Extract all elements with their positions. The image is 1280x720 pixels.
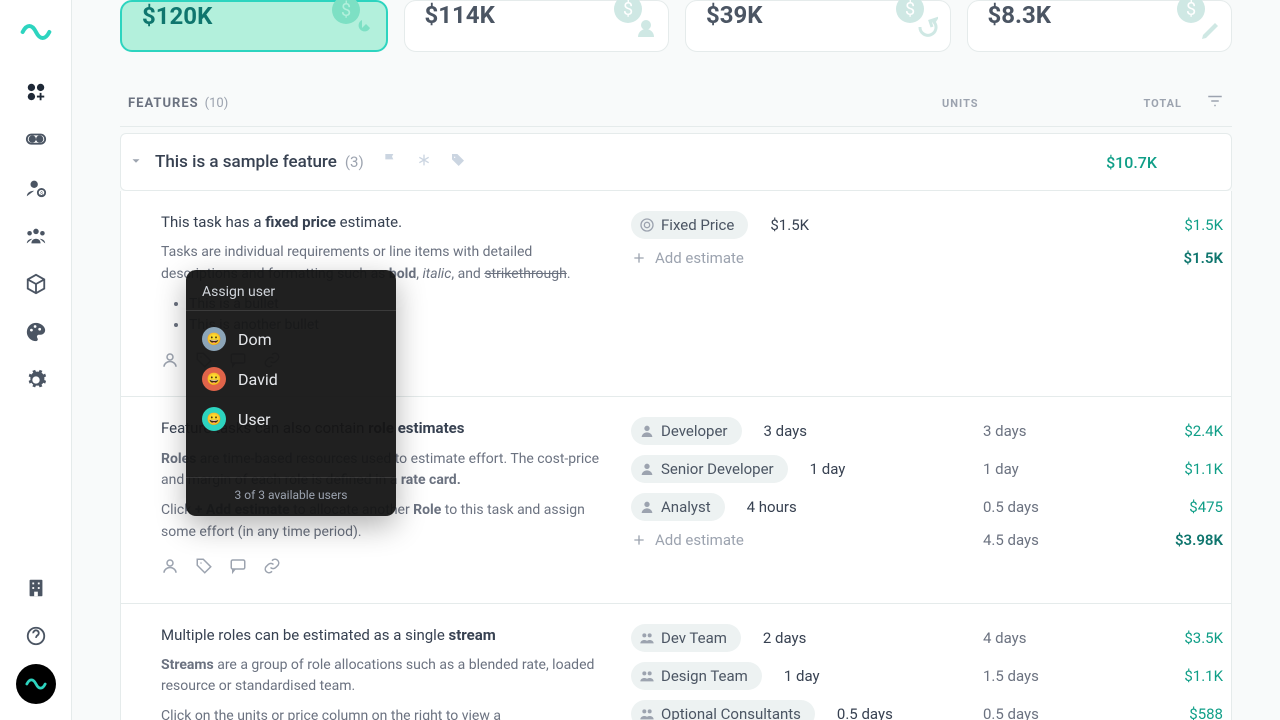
estimate-units[interactable]: 4 days [983, 629, 1103, 647]
svg-text:$: $ [623, 0, 633, 20]
task-description: Multiple roles can be estimated as a sin… [161, 624, 611, 720]
stream-chip[interactable]: Optional Consultants [631, 700, 815, 720]
flag-icon[interactable] [382, 152, 398, 172]
estimate-total: $2.4K [1103, 422, 1223, 440]
task-sum-units: 4.5 days [983, 531, 1103, 549]
svg-text:$: $ [39, 190, 42, 197]
estimate-amount[interactable]: 2 days [763, 629, 807, 647]
assign-user-popover: Assign user 😀Dom 😀David 😀User 3 of 3 ava… [186, 270, 396, 516]
nav-cube[interactable] [16, 264, 56, 304]
feature-count: (3) [345, 153, 364, 171]
feature-meta [382, 152, 466, 172]
estimate-total: $1.1K [1103, 667, 1223, 685]
popover-user-list: 😀Dom 😀David 😀User [186, 311, 396, 447]
nav-dashboard[interactable] [16, 72, 56, 112]
tag-icon[interactable] [450, 152, 466, 172]
kpi-card-2[interactable]: $114K $ [404, 0, 670, 52]
sidebar: $ [0, 0, 72, 720]
estimate-units[interactable]: 3 days [983, 422, 1103, 440]
task-estimates: Dev Team 2 days 4 days$3.5K Design Team 1 d… [611, 624, 1223, 720]
kpi-card-1[interactable]: $120K $ [120, 0, 388, 52]
estimate-amount[interactable]: $1.5K [770, 216, 809, 234]
dollar-user-icon: $ [608, 0, 656, 43]
nav-help[interactable] [16, 616, 56, 656]
user-avatar[interactable] [16, 664, 56, 704]
svg-text:$: $ [904, 0, 914, 20]
feature-row[interactable]: This is a sample feature (3) $10.7K [120, 133, 1232, 191]
features-title: FEATURES [128, 96, 199, 111]
estimate-total: $475 [1103, 498, 1223, 516]
nav-settings[interactable] [16, 360, 56, 400]
add-estimate-button[interactable]: Add estimate [631, 249, 744, 267]
add-estimate-button[interactable]: Add estimate [631, 531, 744, 549]
nav-users[interactable]: $ [16, 168, 56, 208]
comment-icon[interactable] [229, 557, 247, 582]
features-count: (10) [205, 96, 229, 111]
user-option[interactable]: 😀User [186, 399, 396, 439]
assign-user-icon[interactable] [161, 351, 179, 376]
column-units: UNITS [942, 97, 1062, 110]
stream-chip[interactable]: Dev Team [631, 624, 741, 652]
estimate-total: $1.5K [1103, 216, 1223, 234]
dollar-edit-icon: $ [1171, 0, 1219, 43]
link-icon[interactable] [263, 557, 281, 582]
estimate-amount[interactable]: 4 hours [747, 498, 797, 516]
estimate-units[interactable]: 1.5 days [983, 667, 1103, 685]
kpi-card-4[interactable]: $8.3K $ [967, 0, 1233, 52]
user-option[interactable]: 😀Dom [186, 319, 396, 359]
filter-icon[interactable] [1206, 92, 1224, 114]
chevron-down-icon [129, 153, 143, 172]
assign-user-icon[interactable] [161, 557, 179, 582]
dollar-refresh-icon: $ [890, 0, 938, 43]
nav-org[interactable] [16, 568, 56, 608]
tag-icon[interactable] [195, 557, 213, 582]
role-chip[interactable]: Analyst [631, 493, 725, 521]
task-sum-total: $1.5K [1103, 249, 1223, 267]
estimate-chip[interactable]: Fixed Price [631, 211, 748, 239]
nav-palette[interactable] [16, 312, 56, 352]
avatar: 😀 [202, 327, 226, 351]
popover-title: Assign user [186, 284, 396, 311]
nav-team[interactable] [16, 216, 56, 256]
asterisk-icon[interactable] [416, 152, 432, 172]
avatar: 😀 [202, 367, 226, 391]
estimate-amount[interactable]: 1 day [784, 667, 820, 685]
features-header: FEATURES (10) UNITS TOTAL [120, 80, 1232, 127]
estimate-total: $3.5K [1103, 629, 1223, 647]
estimate-units[interactable]: 0.5 days [983, 705, 1103, 720]
feature-total: $10.7K [1106, 153, 1223, 172]
kpi-card-3[interactable]: $39K $ [685, 0, 951, 52]
task-estimates: Fixed Price $1.5K $1.5K Add estimate $1.… [611, 211, 1223, 376]
avatar: 😀 [202, 407, 226, 431]
task-card: Multiple roles can be estimated as a sin… [120, 604, 1232, 720]
estimate-units[interactable]: 1 day [983, 460, 1103, 478]
task-actions [161, 557, 611, 582]
feature-title: This is a sample feature [155, 152, 337, 172]
column-total: TOTAL [1062, 97, 1182, 110]
task-estimates: Developer3 days3 days$2.4K Senior Develo… [611, 417, 1223, 582]
role-chip[interactable]: Developer [631, 417, 742, 445]
estimate-amount[interactable]: 0.5 days [837, 705, 893, 720]
nav-search[interactable] [16, 120, 56, 160]
estimate-total: $1.1K [1103, 460, 1223, 478]
role-chip[interactable]: Senior Developer [631, 455, 788, 483]
kpi-row: $120K $ $114K $ $39K $ $8.3K $ [120, 0, 1232, 52]
stream-chip[interactable]: Design Team [631, 662, 762, 690]
svg-text:$: $ [340, 0, 350, 21]
dollar-wrench-icon: $ [326, 0, 374, 44]
estimate-units[interactable]: 0.5 days [983, 498, 1103, 516]
estimate-amount[interactable]: 3 days [764, 422, 808, 440]
estimate-total: $588 [1103, 705, 1223, 720]
user-option[interactable]: 😀David [186, 359, 396, 399]
task-sum-total: $3.98K [1103, 531, 1223, 549]
estimate-amount[interactable]: 1 day [810, 460, 846, 478]
svg-text:$: $ [1186, 0, 1196, 20]
app-logo [20, 16, 52, 48]
popover-footer: 3 of 3 available users [186, 477, 396, 506]
